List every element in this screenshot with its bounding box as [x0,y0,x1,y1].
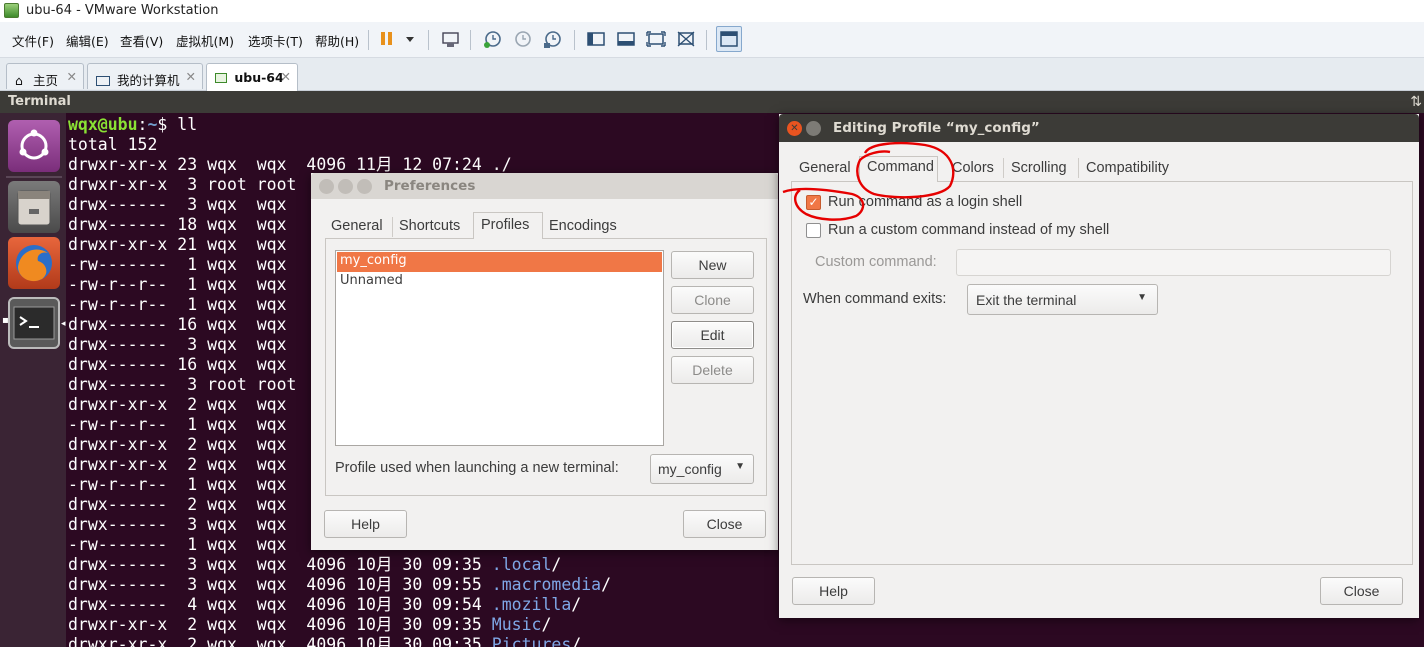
annotation-circle-command-tab [856,141,955,199]
annotation-circle-login-shell [782,187,865,221]
annotation-marks [782,141,955,221]
